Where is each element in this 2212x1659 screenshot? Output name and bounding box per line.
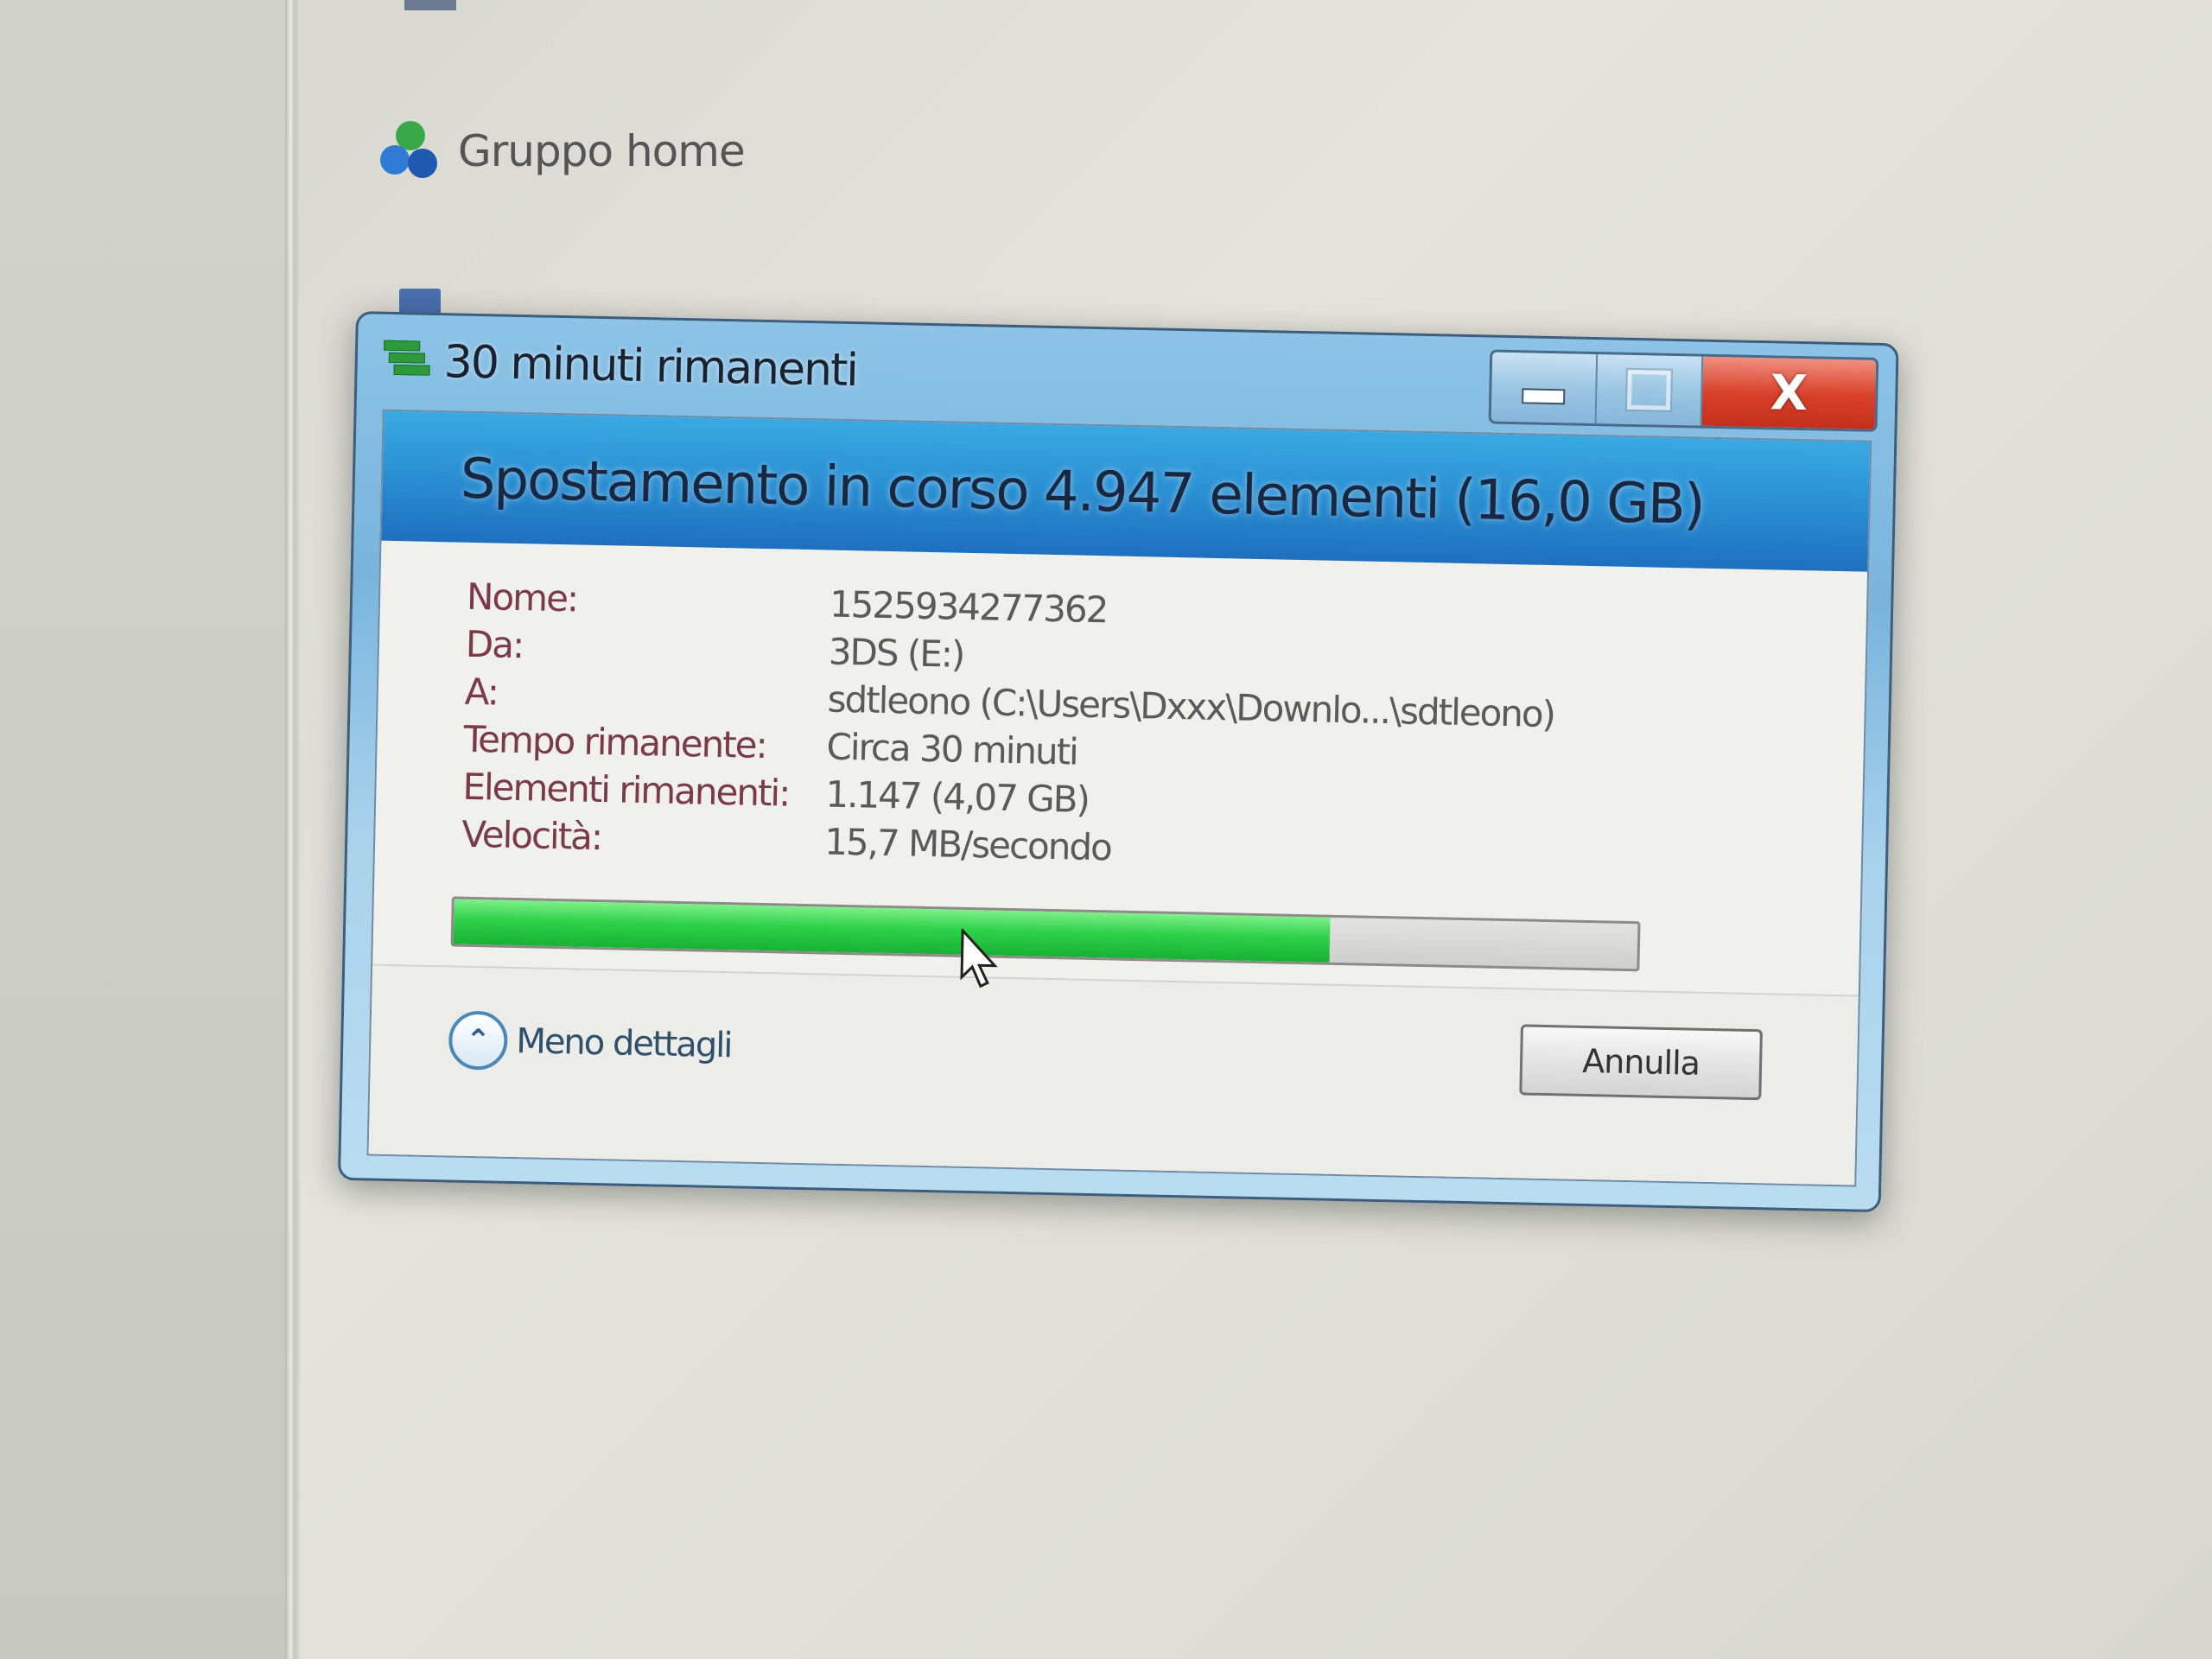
detail-value: 1525934277362 [829,582,1108,632]
maximize-icon [1626,369,1671,410]
nav-item-homegroup[interactable]: Gruppo home [380,121,746,181]
operation-header: Spostamento in corso 4.947 elementi (16,… [381,410,1871,572]
detail-value: 1.147 (4,07 GB) [824,772,1090,821]
nav-pane-divider[interactable] [285,0,301,1659]
homegroup-icon [380,121,441,181]
dialog-footer: ⌃ Meno dettagli Annulla [368,965,1859,1185]
cancel-button[interactable]: Annulla [1519,1024,1763,1101]
detail-value: Circa 30 minuti [826,725,1078,773]
progress-fill [453,899,1331,963]
transfer-details: Nome: 1525934277362 Da: 3DS (E:) A: sdtl… [461,573,1764,885]
detail-label: Velocità: [461,812,602,859]
explorer-nav-pane [0,0,285,1659]
detail-label: Nome: [466,575,578,620]
minimize-button[interactable] [1491,352,1599,424]
detail-label: A: [464,670,499,714]
operation-title: Spostamento in corso 4.947 elementi (16,… [460,447,1705,537]
file-move-dialog: 30 minuti rimanenti X Spostamento in cor… [337,311,1899,1213]
detail-label: Tempo rimanente: [463,717,767,767]
maximize-button[interactable] [1596,354,1704,426]
window-title: 30 minuti rimanenti [443,336,858,397]
caption-buttons: X [1488,349,1879,432]
detail-label: Da: [465,622,524,667]
nav-item-label: Gruppo home [458,126,746,176]
nav-item-icon [404,0,456,10]
detail-label: Elementi rimanenti: [461,765,790,815]
minimize-icon [1522,388,1566,405]
dialog-client-area: Spostamento in corso 4.947 elementi (16,… [366,409,1872,1187]
detail-value: 15,7 MB/secondo [823,820,1112,869]
close-icon: X [1770,364,1808,422]
chevron-up-icon: ⌃ [448,1010,509,1071]
close-button[interactable]: X [1701,356,1877,429]
desktop-screen: Gruppo home 30 minuti rimanenti X Sposta… [0,0,2212,1659]
progress-bar [450,896,1641,972]
less-details-label: Meno dettagli [515,1021,732,1066]
less-details-toggle[interactable]: ⌃ Meno dettagli [448,1010,733,1075]
file-copy-icon [383,340,432,385]
detail-value: 3DS (E:) [828,630,964,676]
